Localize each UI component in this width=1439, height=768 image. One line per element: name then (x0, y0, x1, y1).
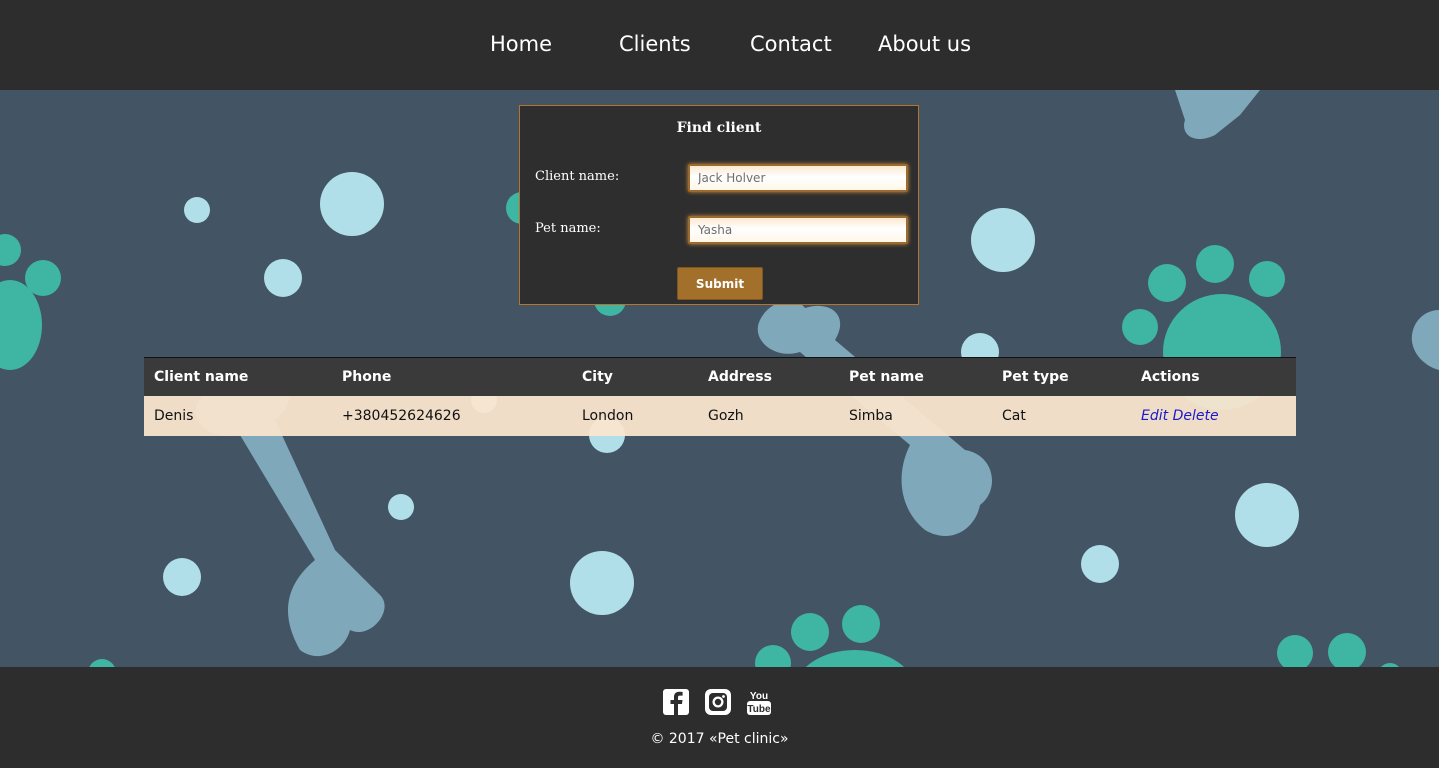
column-header-address: Address (708, 369, 772, 385)
youtube-text-top: You (750, 691, 768, 702)
nav-about-us[interactable]: About us (878, 30, 971, 58)
facebook-icon[interactable] (663, 689, 689, 715)
cell-actions: Edit Delete (1131, 396, 1296, 436)
delete-link[interactable]: Delete (1173, 408, 1219, 424)
nav-home[interactable]: Home (490, 30, 552, 58)
pet-name-label: Pet name: (535, 221, 601, 236)
cell-pet-name: Simba (849, 408, 893, 424)
client-name-label: Client name: (535, 169, 620, 184)
cell-address: Gozh (708, 408, 744, 424)
main-content: Find client Client name: Pet name: Submi… (0, 90, 1439, 667)
client-name-input[interactable] (688, 164, 908, 192)
youtube-icon[interactable]: You Tube (746, 689, 772, 715)
column-header-phone: Phone (342, 369, 392, 385)
table-row: Denis +380452624626 London Gozh Simba Ca… (144, 396, 1296, 436)
table-header-row: Client name Phone City Address Pet name … (144, 357, 1296, 396)
column-header-city: City (582, 369, 613, 385)
youtube-text-bottom: Tube (747, 704, 771, 715)
cell-city: London (582, 408, 634, 424)
pet-name-input[interactable] (688, 216, 908, 244)
column-header-pet-name: Pet name (849, 369, 924, 385)
submit-button[interactable]: Submit (677, 267, 763, 300)
find-client-panel: Find client Client name: Pet name: Submi… (519, 105, 919, 305)
panel-title: Find client (676, 120, 762, 136)
cell-client-name: Denis (154, 408, 194, 424)
column-header-pet-type: Pet type (1002, 369, 1069, 385)
copyright-text: © 2017 «Pet clinic» (650, 731, 789, 747)
cell-pet-type: Cat (1002, 408, 1026, 424)
top-nav: Home Clients Contact About us (0, 0, 1439, 90)
edit-link[interactable]: Edit (1141, 408, 1168, 424)
footer: You Tube © 2017 «Pet clinic» (0, 667, 1439, 768)
instagram-icon[interactable] (705, 689, 731, 715)
cell-phone: +380452624626 (342, 408, 461, 424)
clients-table: Client name Phone City Address Pet name … (144, 357, 1296, 436)
column-header-client-name: Client name (154, 369, 249, 385)
nav-clients[interactable]: Clients (619, 30, 691, 58)
nav-contact[interactable]: Contact (750, 30, 832, 58)
column-header-actions: Actions (1141, 369, 1200, 385)
